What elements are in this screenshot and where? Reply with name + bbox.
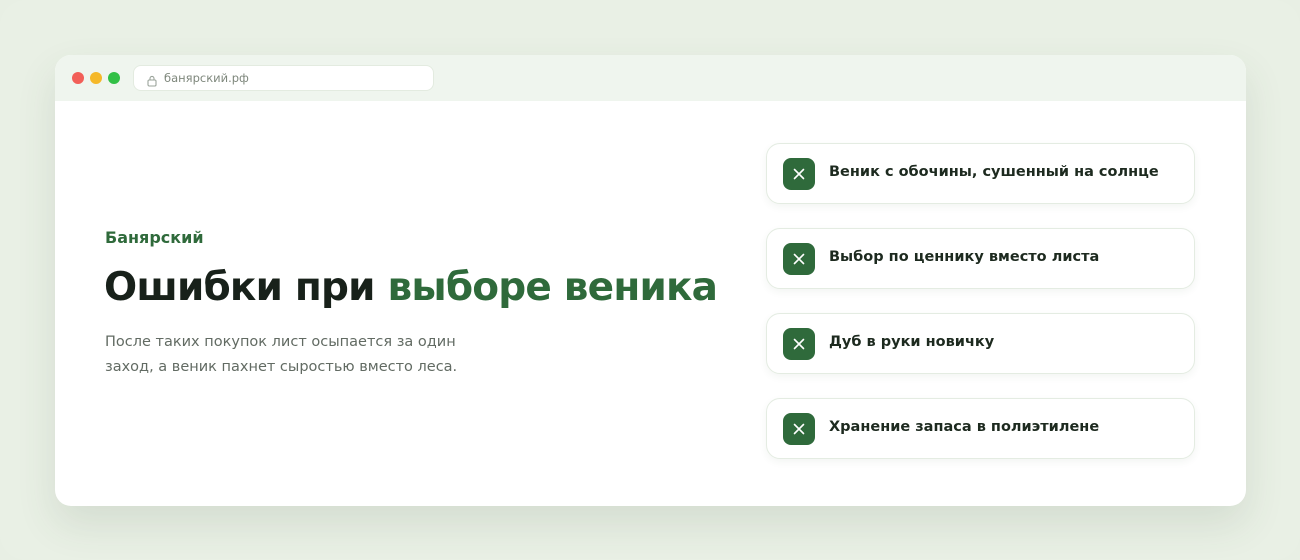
mistake-label: Хранение запаса в полиэтилене <box>829 419 1100 435</box>
mistake-label: Дуб в руки новичку <box>829 334 995 350</box>
lock-icon <box>147 72 157 87</box>
close-icon <box>783 413 815 445</box>
browser-window: банярский.рф Банярский Ошибки при выборе… <box>55 55 1246 506</box>
page-title: Ошибки при выборе веника <box>104 265 718 310</box>
maximize-window-button[interactable] <box>108 72 120 84</box>
brand-label: Банярский <box>105 228 204 247</box>
page-title-main: Ошибки при <box>104 265 388 310</box>
page-content: Банярский Ошибки при выборе веника После… <box>55 101 1246 506</box>
close-icon <box>783 243 815 275</box>
close-icon <box>783 328 815 360</box>
close-icon <box>783 158 815 190</box>
mistake-card: Дуб в руки новичку <box>766 313 1195 374</box>
mistake-label: Выбор по ценнику вместо листа <box>829 249 1100 265</box>
lead-text: После таких покупок лист осыпается за од… <box>105 334 458 375</box>
mistake-card: Хранение запаса в полиэтилене <box>766 398 1195 459</box>
mistake-card: Веник с обочины, сушенный на солнце <box>766 143 1195 204</box>
address-bar-url: банярский.рф <box>164 71 249 85</box>
address-bar[interactable]: банярский.рф <box>133 65 434 91</box>
minimize-window-button[interactable] <box>90 72 102 84</box>
close-window-button[interactable] <box>72 72 84 84</box>
mistake-card: Выбор по ценнику вместо листа <box>766 228 1195 289</box>
mistake-label: Веник с обочины, сушенный на солнце <box>829 164 1159 180</box>
browser-titlebar: банярский.рф <box>55 55 1246 101</box>
page-title-accent: выборе веника <box>387 265 718 310</box>
